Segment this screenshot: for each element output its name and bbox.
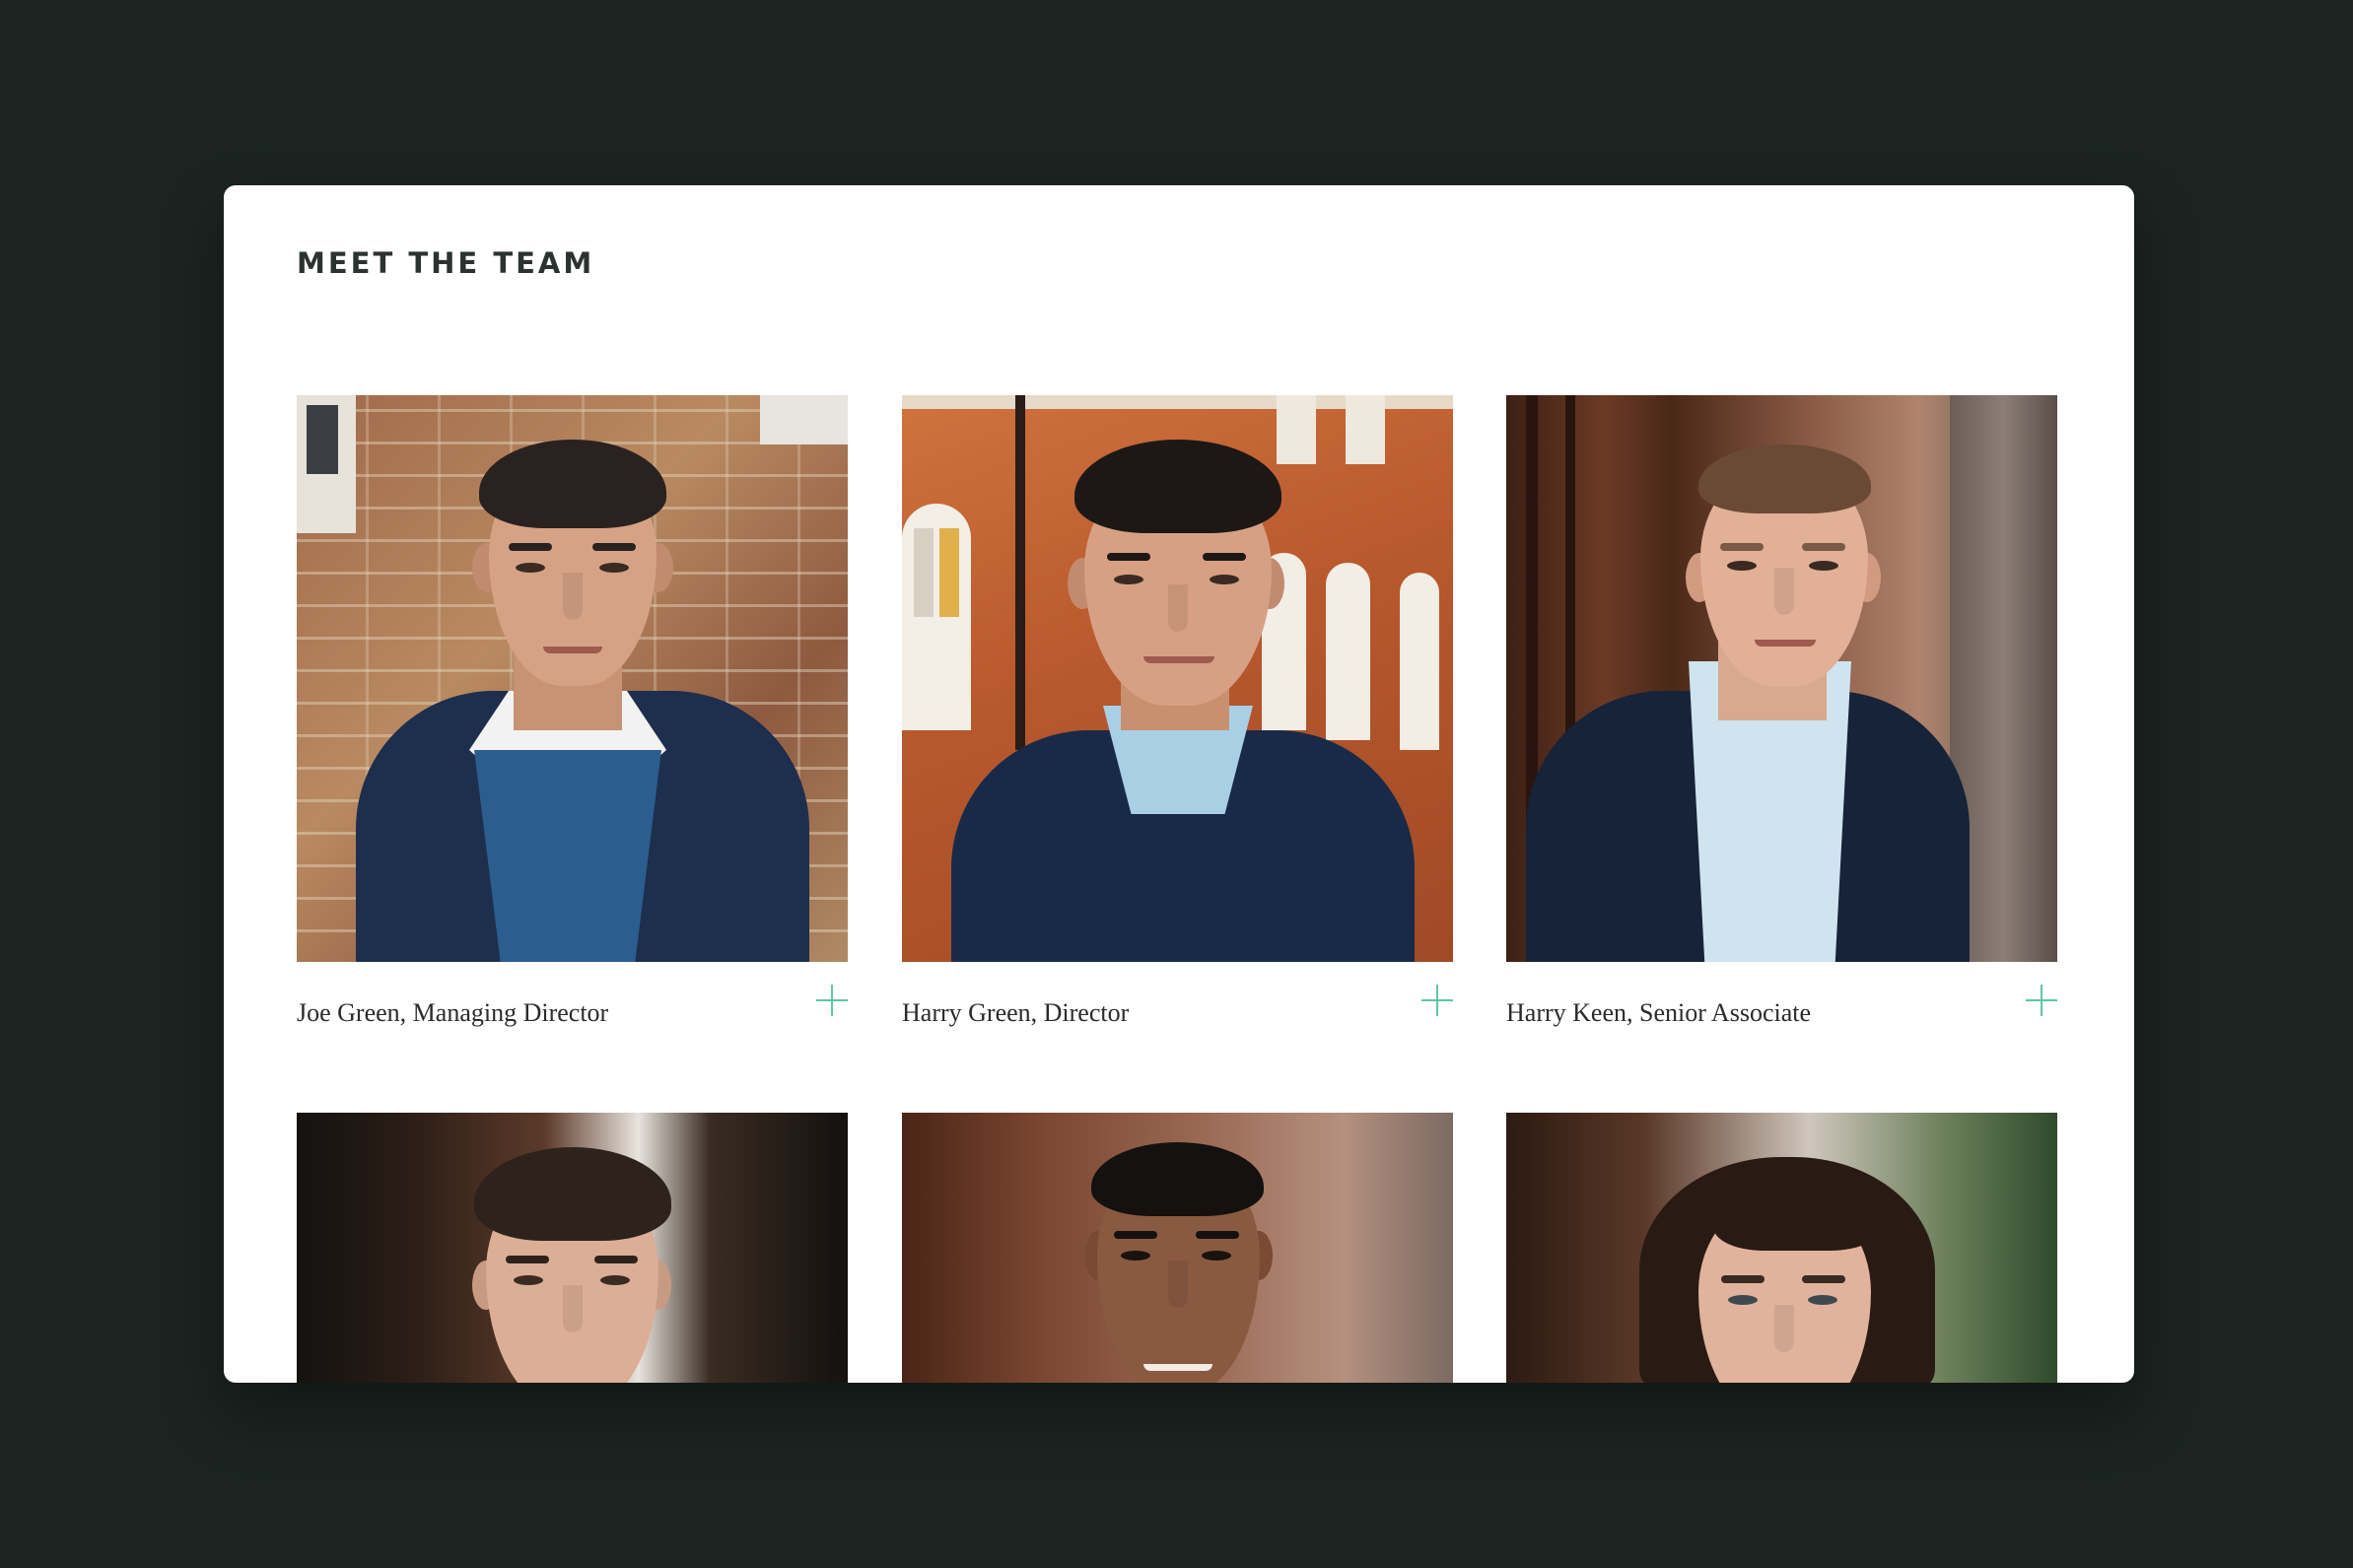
member-name-role: Joe Green, Managing Director [297,998,609,1027]
member-photo [902,395,1453,962]
member-name-role: Harry Green, Director [902,998,1130,1027]
member-name-role: Harry Keen, Senior Associate [1506,998,1812,1027]
plus-icon[interactable] [2024,983,2059,1018]
team-member-card[interactable] [1506,1113,2057,1383]
member-photo [1506,395,2057,962]
plus-icon[interactable] [1419,983,1455,1018]
section-title: MEET THE TEAM [297,246,595,280]
team-member-card[interactable]: Joe Green, Managing Director [297,395,848,1027]
plus-icon[interactable] [814,983,850,1018]
team-member-card[interactable]: Harry Keen, Senior Associate [1506,395,2057,1027]
team-member-card[interactable] [297,1113,848,1383]
member-photo [297,395,848,962]
team-member-card[interactable] [902,1113,1453,1383]
team-card: MEET THE TEAM Joe Green, Managing Direct… [224,185,2134,1383]
member-photo [902,1113,1453,1383]
team-member-card[interactable]: Harry Green, Director [902,395,1453,1027]
member-photo [297,1113,848,1383]
member-photo [1506,1113,2057,1383]
